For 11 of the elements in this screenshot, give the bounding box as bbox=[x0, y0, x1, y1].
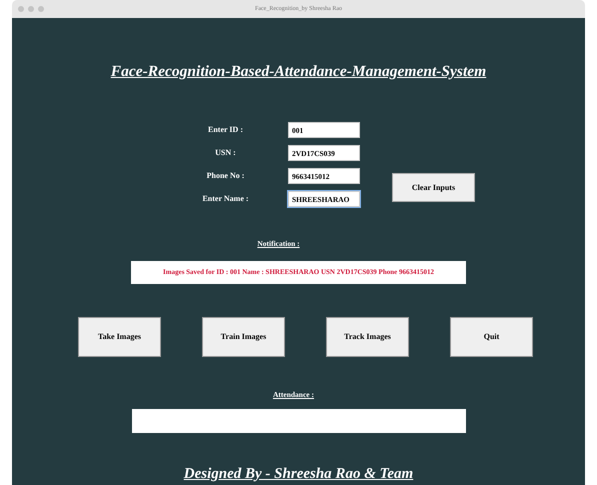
field-label: Enter ID : bbox=[207, 124, 244, 136]
action-button[interactable]: Train Images bbox=[202, 316, 285, 357]
field-label: Enter Name : bbox=[201, 193, 250, 206]
field-label: USN : bbox=[214, 147, 237, 160]
action-button[interactable]: Take Images bbox=[78, 316, 161, 357]
app-heading: Face-Recognition-Based-Attendance-Management-System bbox=[110, 62, 486, 82]
field-label: Phone No : bbox=[206, 170, 246, 182]
action-button[interactable]: Quit bbox=[450, 316, 533, 357]
action-button[interactable]: Track Images bbox=[326, 316, 409, 357]
clear-inputs-button[interactable]: Clear Inputs bbox=[392, 173, 475, 202]
footer-credit: Designed By - Shreesha Rao & Team bbox=[184, 464, 414, 484]
